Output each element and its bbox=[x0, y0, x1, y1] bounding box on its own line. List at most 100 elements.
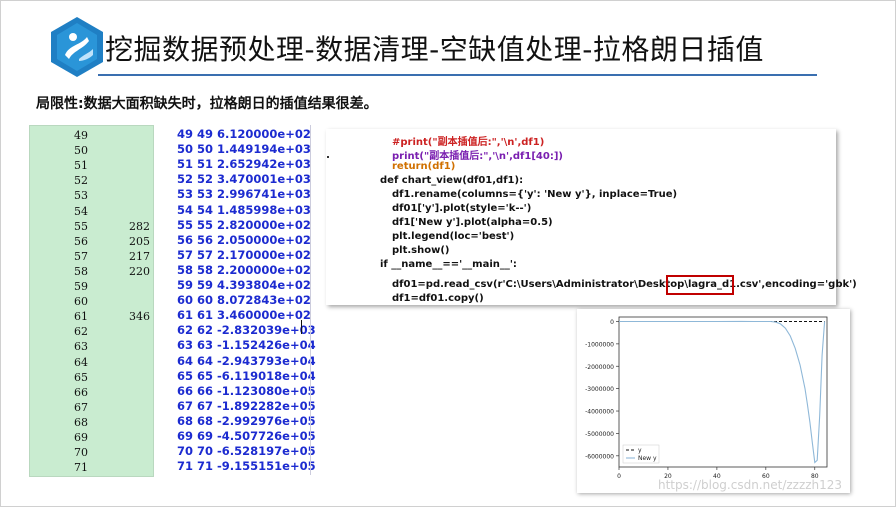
console-line: 51 51 2.652942e+03 bbox=[177, 157, 311, 172]
table-row: 71 bbox=[30, 460, 153, 475]
row-index: 61 bbox=[74, 310, 88, 324]
subtitle: 局限性:数据大面积缺失时，拉格朗日的插值结果很差。 bbox=[36, 96, 378, 112]
console-line: 61 61 3.460000e+02 bbox=[177, 308, 311, 323]
row-index: 69 bbox=[74, 431, 88, 444]
table-row: 63 bbox=[30, 339, 153, 354]
row-index: 68 bbox=[74, 415, 88, 429]
console-line: 52 52 3.470001e+03 bbox=[177, 172, 311, 187]
row-index: 49 bbox=[74, 129, 88, 142]
row-index: 57 bbox=[74, 249, 88, 263]
row-index: 56 bbox=[74, 234, 88, 248]
code-line: df01=pd.read_csv(r'C:\Users\Administrato… bbox=[392, 279, 857, 290]
table-row: 50 bbox=[30, 143, 153, 158]
row-index: 64 bbox=[74, 355, 88, 369]
legend-label-y: y bbox=[638, 447, 642, 454]
row-index: 54 bbox=[74, 204, 88, 218]
table-row: 66 bbox=[30, 385, 153, 400]
console-line: 57 57 2.170000e+02 bbox=[177, 247, 311, 262]
row-value: 220 bbox=[129, 264, 150, 278]
legend-label-new-y: New y bbox=[638, 455, 657, 462]
row-index: 60 bbox=[74, 295, 88, 309]
console-divider bbox=[310, 125, 311, 475]
console-line: 55 55 2.820000e+02 bbox=[177, 217, 311, 232]
row-index: 66 bbox=[74, 385, 88, 399]
table-row: 54 bbox=[30, 204, 153, 219]
y-tick-label: -1000000 bbox=[585, 341, 614, 348]
row-value: 282 bbox=[129, 219, 150, 233]
code-line: df1.rename(columns={'y': 'New y'}, inpla… bbox=[392, 189, 678, 200]
console-line: 53 53 2.996741e+03 bbox=[177, 187, 311, 202]
table-row: 68 bbox=[30, 415, 153, 430]
table-row: 60 bbox=[30, 294, 153, 309]
row-index: 67 bbox=[74, 400, 88, 414]
console-line: 66 66 -1.123080e+05 bbox=[177, 383, 316, 398]
row-index: 63 bbox=[74, 340, 88, 354]
table-row: 57 217 bbox=[30, 249, 153, 264]
table-row: 65 bbox=[30, 370, 153, 385]
table-row: 53 bbox=[30, 188, 153, 203]
row-index: 51 bbox=[74, 159, 88, 173]
console-line: 60 60 8.072843e+02 bbox=[177, 293, 311, 308]
row-index: 52 bbox=[74, 174, 88, 188]
code-line: plt.legend(loc='best') bbox=[392, 231, 515, 242]
table-row: 64 bbox=[30, 355, 153, 370]
table-row: 55 282 bbox=[30, 219, 153, 234]
highlight-box bbox=[666, 275, 734, 295]
table-row: 52 bbox=[30, 173, 153, 188]
console-line: 63 63 -1.152426e+04 bbox=[177, 338, 316, 353]
plot-frame bbox=[618, 316, 828, 468]
x-tick-label: 0 bbox=[617, 473, 621, 480]
code-line: df1=df01.copy() bbox=[392, 293, 484, 304]
code-line: if __name__=='__main__': bbox=[380, 259, 517, 270]
logo-icon bbox=[51, 17, 103, 77]
row-index: 70 bbox=[74, 446, 88, 460]
row-index: 62 bbox=[74, 325, 88, 339]
console-line: 58 58 2.200000e+02 bbox=[177, 262, 311, 277]
table-row: 59 bbox=[30, 279, 153, 294]
row-index: 71 bbox=[74, 461, 88, 475]
code-line: print("副本插值后:",'\n',df1[40:]) bbox=[392, 151, 563, 162]
code-line: #print("副本插值后:",'\n',df1) bbox=[392, 137, 545, 148]
code-editor: #print("副本插值后:",'\n',df1) print("副本插值后:"… bbox=[326, 129, 857, 305]
console-line: 64 64 -2.943793e+04 bbox=[177, 353, 316, 368]
y-tick-label: -6000000 bbox=[585, 453, 614, 460]
line-chart: 0 -1000000 -2000000 -3000000 -4000000 -500000… bbox=[585, 316, 828, 480]
title-divider bbox=[98, 74, 817, 76]
table-row: 70 bbox=[30, 445, 153, 460]
console-output: 49 49 6.120000e+02 50 50 1.449194e+03 51 5… bbox=[174, 125, 316, 475]
row-index: 65 bbox=[74, 370, 88, 384]
y-tick-label: -4000000 bbox=[585, 409, 614, 416]
table-row: 69 bbox=[30, 430, 153, 445]
row-value: 346 bbox=[129, 310, 150, 324]
row-value: 205 bbox=[129, 234, 150, 248]
row-index: 55 bbox=[74, 219, 88, 233]
row-index: 50 bbox=[74, 144, 88, 158]
console-line: 65 65 -6.119018e+04 bbox=[177, 368, 316, 383]
table-row: 58 220 bbox=[30, 264, 153, 279]
console-line: 59 59 4.393804e+02 bbox=[177, 278, 311, 292]
series-line-new-y bbox=[619, 320, 826, 464]
table-row: 61 346 bbox=[30, 309, 153, 324]
console-line: 54 54 1.485998e+03 bbox=[177, 202, 311, 217]
table-row: 62 bbox=[30, 324, 153, 339]
bullet-mark bbox=[327, 156, 329, 158]
page-title: 挖掘数据预处理-数据清理-空缺值处理-拉格朗日插值 bbox=[105, 33, 764, 66]
code-line: df01['y'].plot(style='k--') bbox=[392, 203, 532, 214]
y-tick-label: -5000000 bbox=[585, 431, 614, 438]
y-tick-label: 0 bbox=[610, 319, 614, 326]
console-line: 49 49 6.120000e+02 bbox=[177, 127, 311, 141]
console-line: 71 71 -9.155151e+05 bbox=[177, 459, 316, 474]
console-line: 50 50 1.449194e+03 bbox=[177, 142, 311, 157]
row-index: 53 bbox=[74, 189, 88, 203]
console-line: 67 67 -1.892282e+05 bbox=[177, 398, 316, 413]
table-row: 49 bbox=[30, 128, 153, 143]
code-line: return(df1) bbox=[392, 161, 456, 172]
table-row: 56 205 bbox=[30, 234, 153, 249]
row-value: 217 bbox=[129, 249, 150, 263]
table-row: 67 bbox=[30, 400, 153, 415]
code-line: def chart_view(df01,df1): bbox=[380, 175, 524, 186]
code-line: df1['New y'].plot(alpha=0.5) bbox=[392, 217, 553, 228]
data-table: 49 50 51 52 53 54 55 282 56 205 57 217 58 220 59 60 61 34… bbox=[29, 125, 154, 477]
console-line: 56 56 2.050000e+02 bbox=[177, 232, 311, 247]
console-line: 62 62 -2.832039e+03 bbox=[177, 323, 316, 338]
